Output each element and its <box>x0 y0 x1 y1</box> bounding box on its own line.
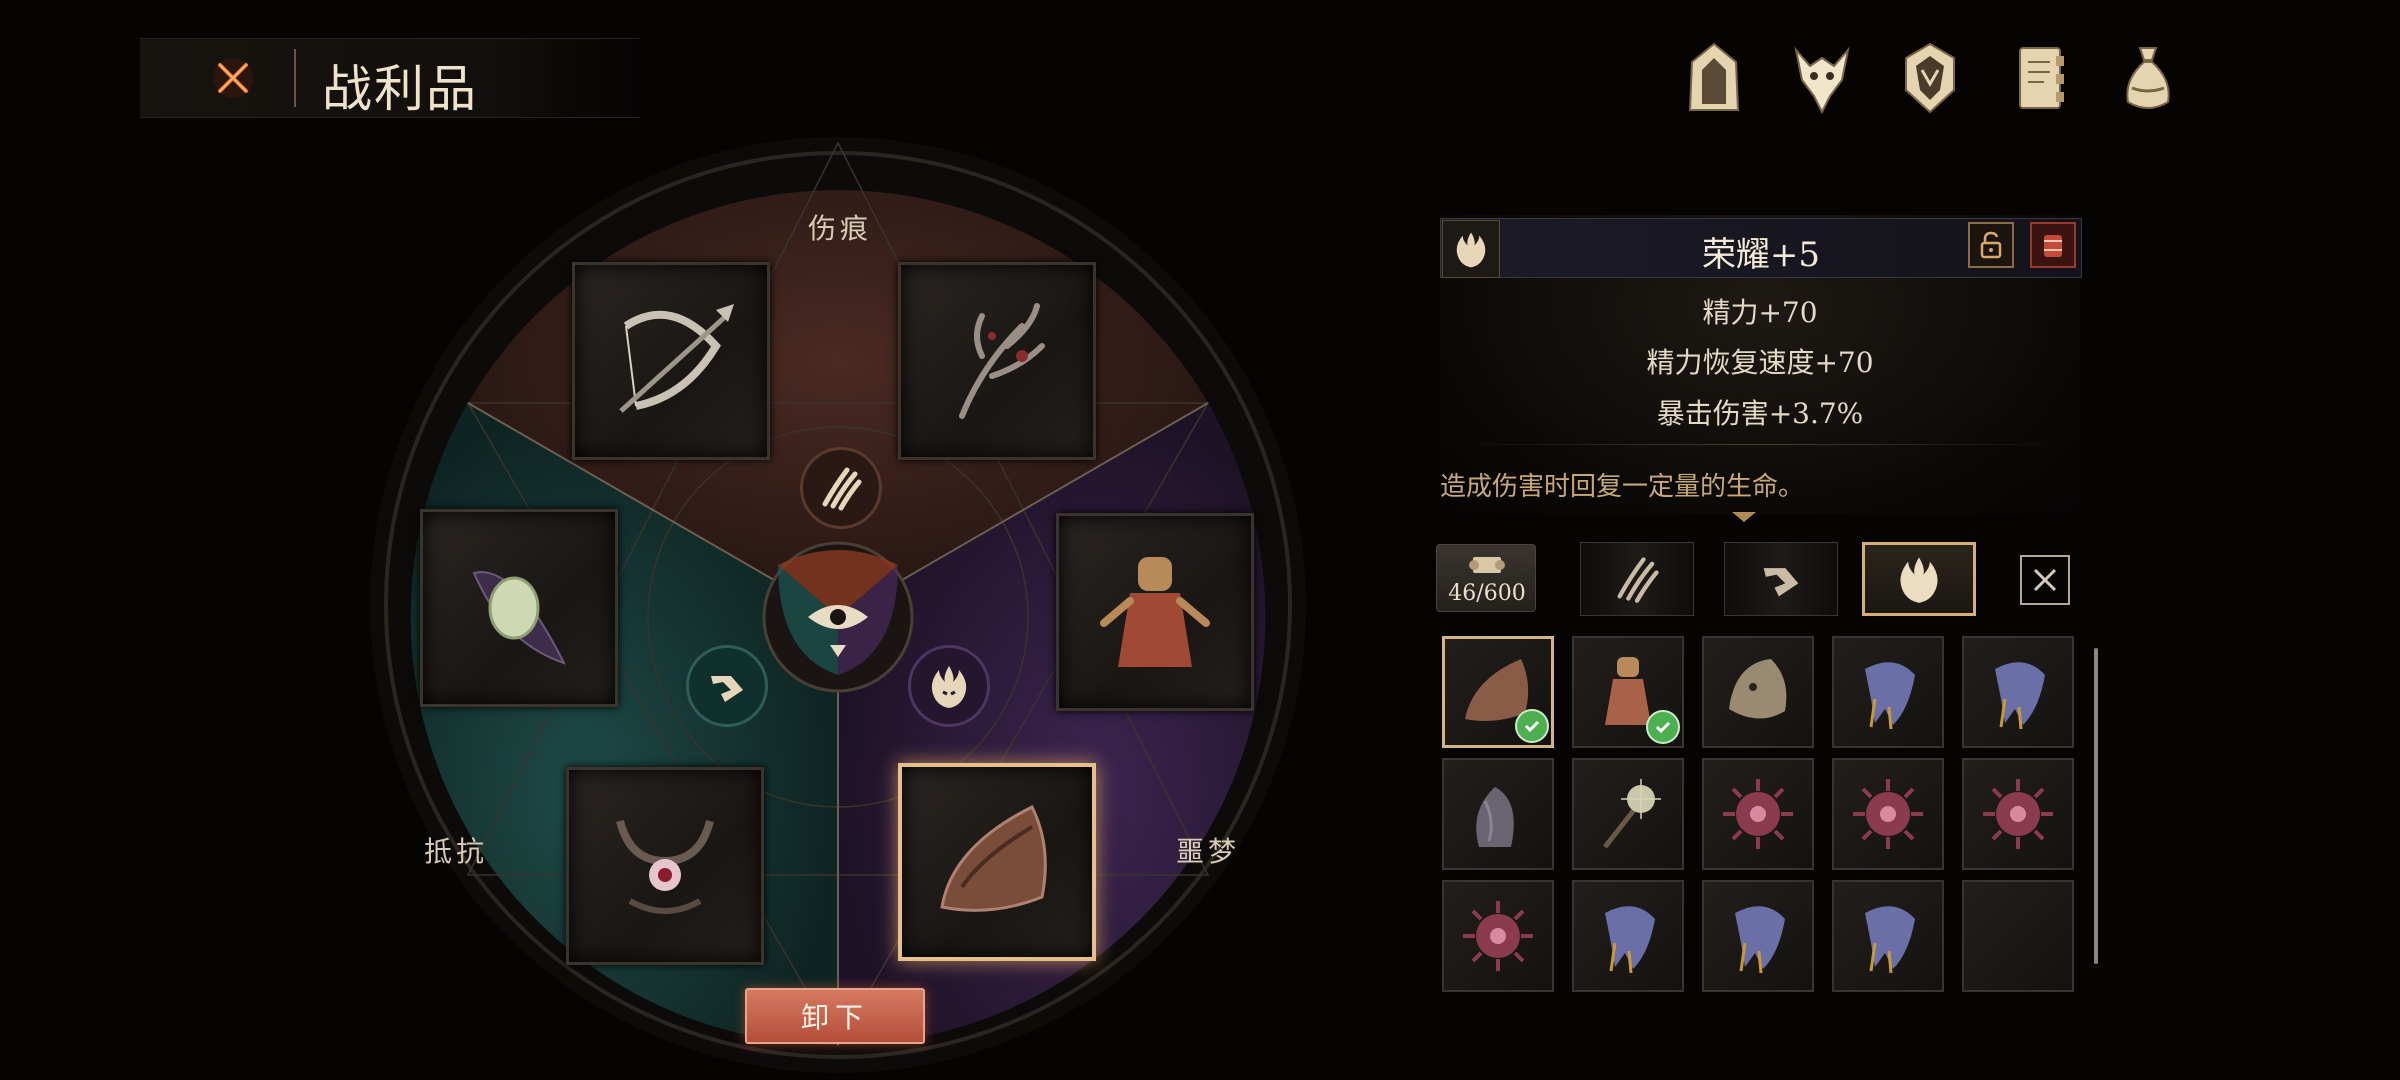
claw-marks-icon <box>1617 557 1659 603</box>
inventory-grid <box>1442 636 2082 996</box>
horn-icon <box>940 804 1047 912</box>
unequip-button[interactable]: 卸下 <box>745 988 925 1044</box>
wheel-slot-scar-1[interactable] <box>572 262 770 460</box>
inventory-slot[interactable] <box>1572 758 1684 870</box>
pearl-rod-icon <box>1603 779 1661 849</box>
inventory-slot[interactable] <box>1442 758 1554 870</box>
tentacle-icon <box>1476 787 1514 847</box>
wheel-slot-scar-2[interactable] <box>898 262 1096 460</box>
wheel-slot-resist-1[interactable] <box>420 509 618 707</box>
stat-line-1: 精力+70 <box>1702 296 1818 329</box>
close-button[interactable] <box>206 51 260 105</box>
inventory-count-box: 46/600 <box>1436 544 1536 612</box>
sector-label-scar: 伤痕 <box>808 212 873 245</box>
mask-icon <box>1729 659 1787 719</box>
discard-button[interactable] <box>2030 222 2076 268</box>
equipped-check-icon <box>1515 709 1549 743</box>
close-icon <box>2033 568 2057 592</box>
inventory-slot[interactable] <box>1832 758 1944 870</box>
spiked-orb-icon <box>1983 779 2053 849</box>
resist-sector-badge <box>686 645 768 727</box>
stat-separator <box>1460 444 2060 445</box>
scar-sector-badge <box>800 447 882 529</box>
header-bar: 战利品 <box>140 38 640 118</box>
item-type-badge <box>1442 220 1500 278</box>
inventory-slot[interactable] <box>1572 880 1684 992</box>
inventory-slot[interactable] <box>1572 636 1684 748</box>
sector-label-resist: 抵抗 <box>424 835 489 868</box>
wheel-slot-nightmare-1[interactable] <box>1056 513 1254 711</box>
crossed-close-icon <box>213 58 253 98</box>
inventory-slot[interactable] <box>1702 636 1814 748</box>
wheel-slot-resist-2[interactable] <box>566 767 764 965</box>
thorn-branch-icon <box>959 303 1045 419</box>
nightmare-sector-badge <box>908 645 990 727</box>
inventory-slot[interactable] <box>1832 880 1944 992</box>
filter-tab-resist[interactable] <box>1724 542 1838 616</box>
filter-tab-nightmare[interactable] <box>1862 542 1976 616</box>
inventory-slot[interactable] <box>1442 880 1554 992</box>
chevron-rune-icon <box>711 676 743 702</box>
flame-mask-icon <box>1900 557 1938 603</box>
inventory-count: 46/600 <box>1448 581 1526 606</box>
inventory-slot[interactable] <box>1962 758 2074 870</box>
stat-line-2: 精力恢复速度+70 <box>1646 346 1874 379</box>
spiked-bow-icon <box>619 304 734 413</box>
inventory-slot[interactable] <box>1702 758 1814 870</box>
inventory-scrollbar[interactable] <box>2094 648 2098 964</box>
beast-skull-icon <box>1794 46 1850 115</box>
flame-mask-icon <box>1456 232 1486 268</box>
inventory-slot[interactable] <box>1442 636 1554 748</box>
expand-description-arrow[interactable] <box>1732 512 1756 522</box>
wheel-slot-nightmare-2[interactable] <box>898 763 1096 961</box>
lock-button[interactable] <box>1968 222 2014 268</box>
nav-crest-button[interactable] <box>1898 38 1962 118</box>
filter-tab-scar[interactable] <box>1580 542 1694 616</box>
voodoo-doll-icon <box>1100 557 1210 667</box>
crystal-claw-icon <box>1605 906 1655 974</box>
inventory-slot[interactable] <box>1832 636 1944 748</box>
spiked-orb-icon <box>1463 901 1533 971</box>
spiked-orb-icon <box>1723 779 1793 849</box>
claw-marks-icon <box>822 467 862 511</box>
nav-loot-button[interactable] <box>2116 38 2180 118</box>
nav-beast-button[interactable] <box>1790 38 1854 118</box>
horned-eye-icon <box>616 819 714 914</box>
crystal-claw-icon <box>1735 906 1785 974</box>
equipped-check-icon <box>1646 710 1680 744</box>
inventory-slot[interactable] <box>1962 636 2074 748</box>
journal-icon <box>2019 47 2064 109</box>
nav-journal-button[interactable] <box>2008 38 2072 118</box>
stat-line-3: 暴击伤害+3.7% <box>1656 397 1864 430</box>
item-description: 造成伤害时回复一定量的生命。 <box>1440 472 1805 502</box>
unlock-icon <box>1980 231 2002 259</box>
chevron-rune-icon <box>1763 568 1799 597</box>
feather-egg-icon <box>472 571 566 665</box>
flame-mask-icon <box>931 666 967 708</box>
sector-label-nightmare: 噩梦 <box>1176 835 1241 868</box>
spiked-orb-icon <box>1853 779 1923 849</box>
nav-hood-button[interactable] <box>1682 38 1746 118</box>
scroll-icon <box>1469 557 1505 573</box>
inventory-slot[interactable] <box>1962 880 2074 992</box>
clear-filter-button[interactable] <box>2020 555 2070 605</box>
header-divider <box>294 49 296 107</box>
crystal-claw-icon <box>1995 662 2045 730</box>
crystal-claw-icon <box>1865 662 1915 730</box>
loot-wheel: 伤痕 抵抗 噩梦 <box>368 135 1308 1075</box>
page-title: 战利品 <box>322 60 478 118</box>
inventory-slot[interactable] <box>1702 880 1814 992</box>
loot-bag-icon <box>2126 47 2170 109</box>
crest-shield-icon <box>1905 42 1955 114</box>
crystal-claw-icon <box>1865 906 1915 974</box>
hood-icon <box>1688 42 1740 111</box>
barrel-trash-icon <box>2044 235 2062 257</box>
